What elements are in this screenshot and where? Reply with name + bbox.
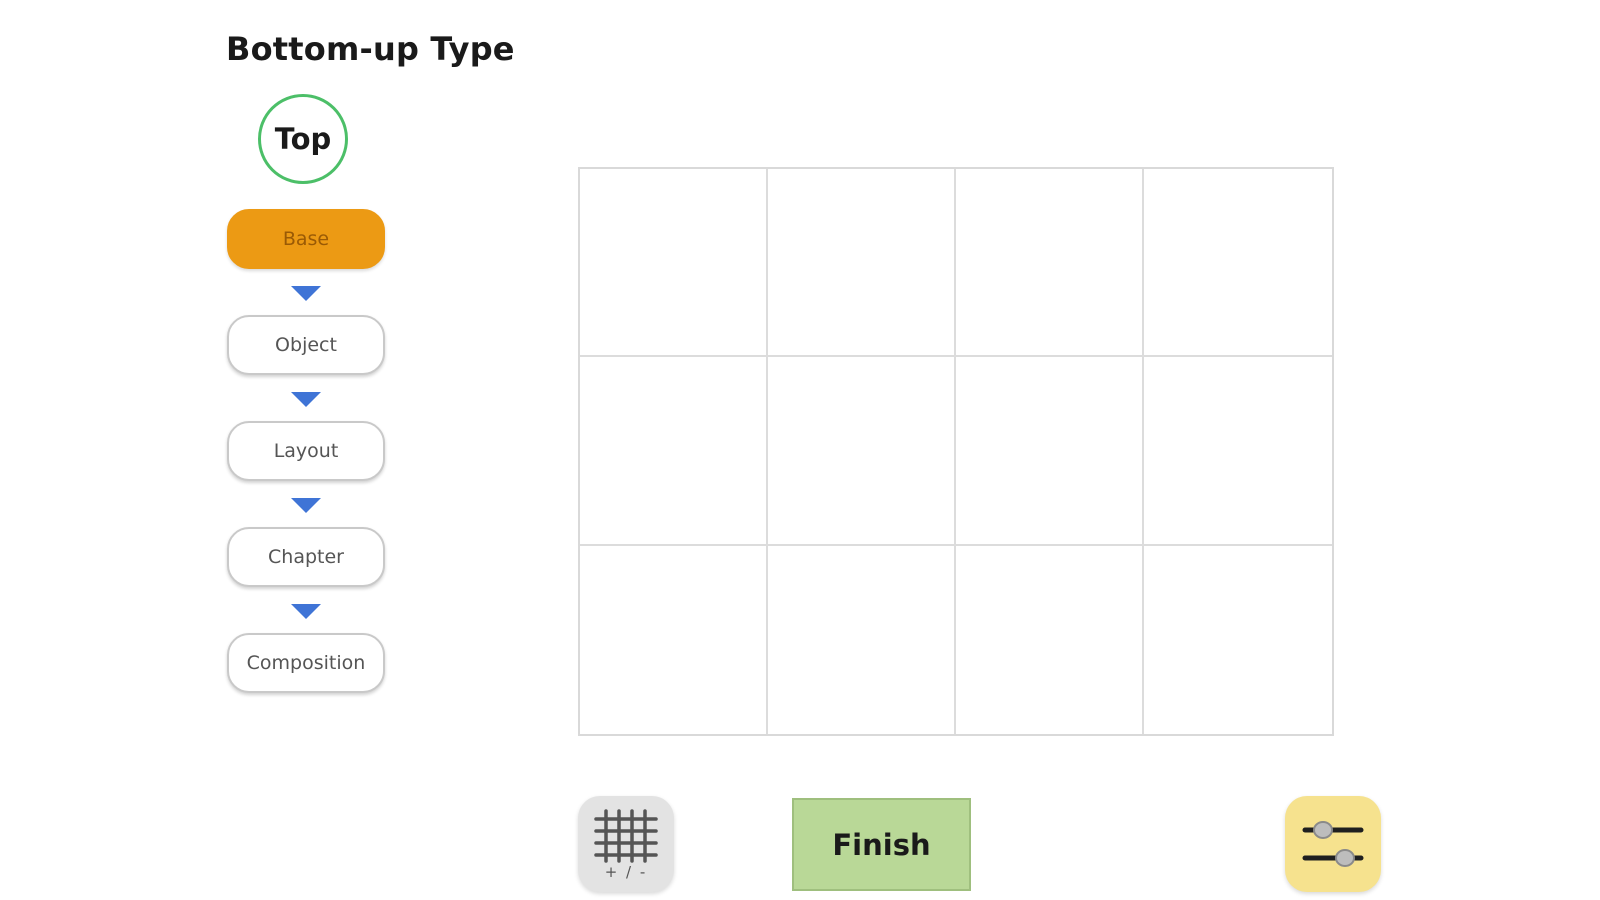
grid-cell[interactable] (1144, 169, 1332, 358)
grid-cell[interactable] (956, 357, 1144, 546)
triangle-down-icon (291, 604, 321, 619)
stage-label: Object (275, 334, 337, 356)
grid-cell[interactable] (580, 357, 768, 546)
stage-label: Layout (273, 440, 339, 462)
stage-object[interactable]: Object (227, 315, 385, 375)
finish-button[interactable]: Finish (792, 798, 971, 891)
stage-label: Chapter (268, 546, 344, 568)
triangle-down-icon (291, 498, 321, 513)
settings-button[interactable] (1285, 796, 1381, 892)
grid-cell[interactable] (956, 169, 1144, 358)
stage-chapter[interactable]: Chapter (227, 527, 385, 587)
grid-cell[interactable] (1144, 545, 1332, 734)
layout-grid (578, 167, 1334, 736)
triangle-down-icon (291, 392, 321, 407)
top-node: Top (258, 94, 348, 184)
triangle-down-icon (291, 286, 321, 301)
stage-base[interactable]: Base (227, 209, 385, 269)
stage-label: Base (282, 228, 330, 250)
grid-toggle-button[interactable]: + / - (578, 796, 674, 892)
grid-icon (594, 809, 658, 863)
grid-cell[interactable] (580, 545, 768, 734)
grid-cell[interactable] (580, 169, 768, 358)
page-title: Bottom-up Type (226, 30, 515, 68)
top-node-label: Top (274, 122, 332, 156)
grid-cell[interactable] (768, 169, 956, 358)
grid-cell[interactable] (1144, 357, 1332, 546)
grid-cell[interactable] (768, 357, 956, 546)
grid-cell[interactable] (768, 545, 956, 734)
stage-label: Composition (246, 652, 366, 674)
grid-toggle-label: + / - (604, 863, 648, 881)
stage-composition[interactable]: Composition (227, 633, 385, 693)
stage-layout[interactable]: Layout (227, 421, 385, 481)
grid-cell[interactable] (956, 545, 1144, 734)
app-root: Bottom-up Type Top Base Object Layout Ch… (0, 0, 1600, 900)
sliders-icon (1302, 821, 1364, 867)
